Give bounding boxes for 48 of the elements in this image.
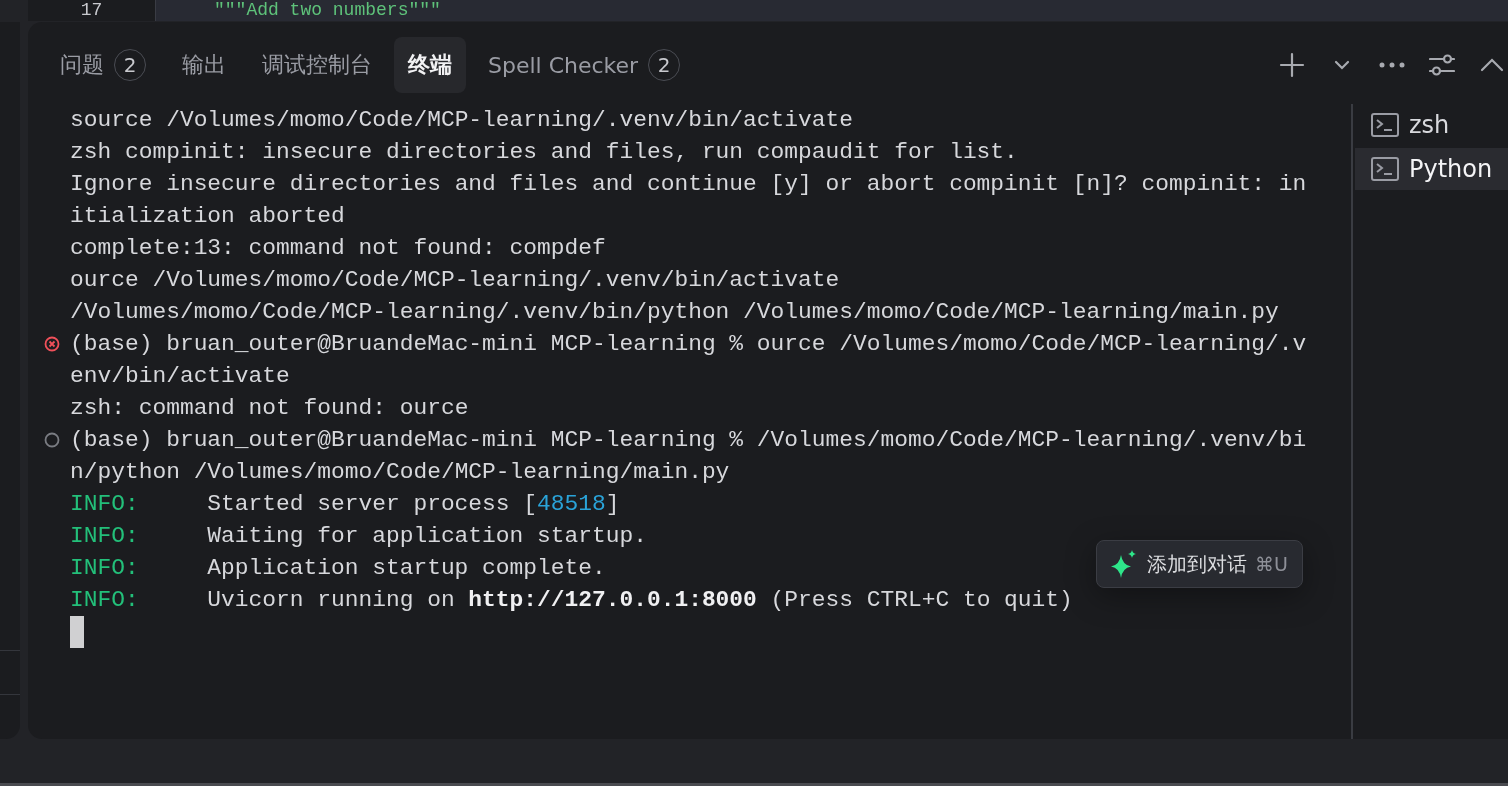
terminal-line: zsh compinit: insecure directories and files, run compaudit for list. [70, 139, 1018, 165]
terminal-line: Uvicorn running on http://127.0.0.1:8000 (Press CTRL+C to quit) [207, 587, 1073, 613]
tooltip-label: 添加到对话 [1147, 550, 1247, 578]
session-name: zsh [1409, 111, 1450, 139]
terminal-line: Started server process [ [207, 491, 538, 517]
terminal-line: complete:13: command not found: compdef [70, 235, 606, 261]
terminal-line: source /Volumes/momo/Code/MCP-learning/.venv/bin/activate [70, 107, 853, 133]
chevron-up-icon[interactable] [1480, 58, 1504, 72]
panel-tab[interactable]: Spell Checker 2 [474, 37, 695, 93]
terminal-line: n/python /Volumes/momo/Code/MCP-learning/main.py [70, 459, 730, 485]
tab-label: 问题 [60, 51, 104, 79]
terminal-session[interactable]: Python [1355, 148, 1508, 190]
terminal-line: Ignore insecure directories and files and continue [y] or abort compinit [n]? compinit: in [70, 171, 1307, 197]
more-icon[interactable] [1379, 62, 1405, 68]
tab-label: 终端 [408, 51, 452, 79]
terminal-line: itialization aborted [70, 203, 345, 229]
terminal-session[interactable]: zsh [1355, 104, 1508, 146]
terminal-line: env/bin/activate [70, 363, 290, 389]
tooltip[interactable]: 添加到对话 ⌘U [1096, 540, 1303, 588]
terminal-line: zsh: command not found: ource [70, 395, 469, 421]
log-level: INFO: [70, 491, 139, 517]
panel-tab[interactable]: 终端 [394, 37, 466, 93]
terminal-line: ource /Volumes/momo/Code/MCP-learning/.venv/bin/activate [70, 267, 840, 293]
terminal-icon [1371, 157, 1399, 181]
log-level: INFO: [70, 555, 139, 581]
terminal-line: /Volumes/momo/Code/MCP-learning/.venv/bin/python /Volumes/momo/Code/MCP-learning/main.py [70, 299, 1279, 325]
terminal-line: (base) bruan_outer@BruandeMac-mini MCP-learning % ource /Volumes/momo/Code/MCP-learning/.v [70, 331, 1307, 357]
log-level: INFO: [70, 523, 139, 549]
terminal-icon [1371, 113, 1399, 137]
tab-label: 调试控制台 [262, 51, 372, 79]
session-name: Python [1409, 155, 1493, 183]
terminal-line: ] [605, 491, 620, 517]
terminal-line: Waiting for application startup. [207, 523, 647, 549]
line-number: 17 [80, 0, 103, 21]
code-line: """Add two numbers""" [214, 0, 441, 21]
plus-icon[interactable] [1279, 52, 1305, 78]
panel-tab[interactable]: 调试控制台 [248, 37, 386, 93]
tab-label: Spell Checker [488, 52, 639, 78]
terminal-line: Application startup complete. [207, 555, 606, 581]
terminal-line: (base) bruan_outer@BruandeMac-mini MCP-learning % /Volumes/momo/Code/MCP-learning/.venv/bi [70, 427, 1307, 453]
panel-tab[interactable]: 问题 2 [46, 37, 160, 93]
process-id: 48518 [537, 491, 606, 517]
chevron-down-icon[interactable] [1334, 60, 1350, 70]
sliders-icon[interactable] [1429, 53, 1455, 77]
log-level: INFO: [70, 587, 139, 613]
shortcut-label: ⌘U [1255, 553, 1288, 575]
tab-label: 输出 [182, 51, 226, 79]
panel-tab[interactable]: 输出 [168, 37, 240, 93]
